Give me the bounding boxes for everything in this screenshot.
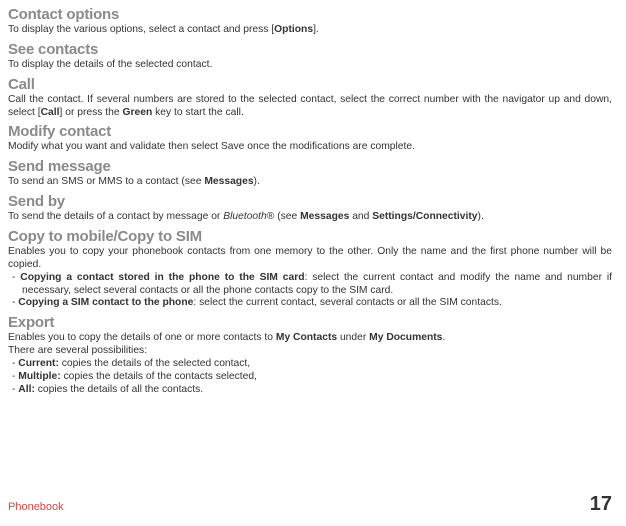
list-item: Copying a SIM contact to the phone: sele… xyxy=(8,297,612,310)
heading-send-by: Send by xyxy=(8,193,612,210)
bold-messages: Messages xyxy=(204,176,253,187)
para-send-message: To send an SMS or MMS to a contact (see … xyxy=(8,176,612,189)
text: To send the details of a contact by mess… xyxy=(8,211,223,222)
text: Enables you to copy the details of one o… xyxy=(8,332,276,343)
bold-green: Green xyxy=(122,107,152,118)
page-number: 17 xyxy=(590,493,612,516)
heading-call: Call xyxy=(8,76,612,93)
para-export-intro: Enables you to copy the details of one o… xyxy=(8,332,612,345)
heading-copy: Copy to mobile/Copy to SIM xyxy=(8,228,612,245)
para-see-contacts: To display the details of the selected c… xyxy=(8,59,612,72)
list-item: Copying a contact stored in the phone to… xyxy=(8,272,612,298)
italic-bluetooth: Bluetooth xyxy=(223,211,267,222)
text: key to start the call. xyxy=(152,107,244,118)
text: . xyxy=(442,332,445,343)
text: To display the various options, select a… xyxy=(8,24,274,35)
text: : select the current contact, several co… xyxy=(193,297,501,308)
bold: Copying a SIM contact to the phone xyxy=(18,297,193,308)
heading-see-contacts: See contacts xyxy=(8,41,612,58)
footer-section-title: Phonebook xyxy=(8,501,64,513)
bold-my-documents: My Documents xyxy=(369,332,442,343)
text: under xyxy=(337,332,369,343)
bold-settings-connectivity: Settings/Connectivity xyxy=(372,211,477,222)
bold-messages: Messages xyxy=(300,211,349,222)
bold: Multiple: xyxy=(18,371,60,382)
text: To send an SMS or MMS to a contact (see xyxy=(8,176,204,187)
text: ]. xyxy=(313,24,319,35)
bold: Copying a contact stored in the phone to… xyxy=(20,272,304,283)
bold-options: Options xyxy=(274,24,313,35)
text: and xyxy=(349,211,372,222)
bold-call: Call xyxy=(41,107,60,118)
text: ). xyxy=(478,211,484,222)
heading-contact-options: Contact options xyxy=(8,6,612,23)
text: copies the details of the contacts selec… xyxy=(61,371,257,382)
text: copies the details of the selected conta… xyxy=(59,358,250,369)
list-item: All: copies the details of all the conta… xyxy=(8,384,612,397)
bold: All: xyxy=(18,384,35,395)
para-contact-options: To display the various options, select a… xyxy=(8,24,612,37)
heading-export: Export xyxy=(8,314,612,331)
para-send-by: To send the details of a contact by mess… xyxy=(8,211,612,224)
page-footer: Phonebook 17 xyxy=(8,493,612,516)
bold: Current: xyxy=(18,358,59,369)
para-call: Call the contact. If several numbers are… xyxy=(8,94,612,120)
text: copies the details of all the contacts. xyxy=(35,384,203,395)
bold-my-contacts: My Contacts xyxy=(276,332,337,343)
list-item: Current: copies the details of the selec… xyxy=(8,358,612,371)
para-export-possibilities: There are several possibilities: xyxy=(8,345,612,358)
heading-modify-contact: Modify contact xyxy=(8,123,612,140)
para-modify-contact: Modify what you want and validate then s… xyxy=(8,141,612,154)
heading-send-message: Send message xyxy=(8,158,612,175)
text: ] or press the xyxy=(60,107,123,118)
para-copy-intro: Enables you to copy your phonebook conta… xyxy=(8,246,612,272)
text: (see xyxy=(274,211,300,222)
text: ). xyxy=(254,176,260,187)
list-item: Multiple: copies the details of the cont… xyxy=(8,371,612,384)
